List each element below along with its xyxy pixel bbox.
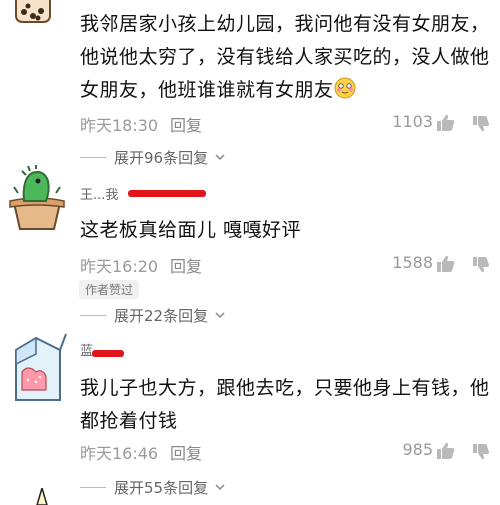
comment-meta: 昨天16:46 回复 985 bbox=[80, 440, 489, 464]
reply-button[interactable]: 回复 bbox=[170, 112, 202, 136]
author-liked-badge: 作者赞过 bbox=[79, 280, 140, 299]
expand-replies-button[interactable]: 展开22条回复 bbox=[80, 304, 226, 326]
chevron-down-icon bbox=[215, 154, 225, 161]
thumbs-up-icon[interactable] bbox=[436, 254, 456, 274]
comment-body: 这老板真给面儿 嘎嘎好评 bbox=[80, 219, 302, 241]
reply-button[interactable]: 回复 bbox=[170, 253, 202, 277]
thumbs-down-icon[interactable] bbox=[472, 443, 490, 461]
unicorn-horn-avatar-icon[interactable] bbox=[34, 488, 50, 505]
expand-replies-button[interactable]: 展开96条回复 bbox=[80, 146, 226, 168]
reply-button[interactable]: 回复 bbox=[170, 440, 202, 464]
divider-line bbox=[80, 156, 106, 158]
shy-face-emoji-icon bbox=[334, 77, 356, 99]
like-count: 1588 bbox=[392, 253, 433, 272]
thumbs-down-icon[interactable] bbox=[472, 256, 490, 274]
like-count: 985 bbox=[402, 440, 433, 459]
divider-line bbox=[80, 314, 106, 316]
chevron-down-icon bbox=[215, 312, 225, 319]
chevron-down-icon bbox=[215, 484, 225, 491]
expand-replies-button[interactable]: 展开55条回复 bbox=[80, 476, 226, 498]
thumbs-down-icon[interactable] bbox=[472, 115, 490, 133]
comment-time: 昨天16:20 bbox=[80, 257, 159, 276]
expand-replies-label: 展开22条回复 bbox=[114, 306, 209, 325]
thumbs-up-icon[interactable] bbox=[436, 113, 456, 133]
dinosaur-plant-avatar-icon[interactable] bbox=[6, 165, 68, 231]
bubble-tea-avatar-icon[interactable] bbox=[6, 0, 62, 34]
comment-meta: 昨天18:30 回复 1103 bbox=[80, 112, 489, 136]
redaction-mark bbox=[128, 190, 206, 197]
commenter-name[interactable]: 王...我 bbox=[80, 184, 118, 203]
comment-meta: 昨天16:20 回复 1588 bbox=[80, 253, 489, 277]
milk-carton-avatar-icon[interactable] bbox=[6, 330, 68, 402]
comment-time: 昨天18:30 bbox=[80, 116, 159, 135]
commenter-name[interactable]: 蓝 bbox=[80, 340, 93, 359]
thumbs-up-icon[interactable] bbox=[436, 441, 456, 461]
like-count: 1103 bbox=[392, 112, 433, 131]
expand-replies-label: 展开96条回复 bbox=[114, 148, 209, 167]
divider-line bbox=[80, 486, 106, 488]
comment-body: 我儿子也大方，跟他去吃，只要他身上有钱，他 都抢着付钱 bbox=[80, 377, 490, 432]
expand-replies-label: 展开55条回复 bbox=[114, 478, 209, 497]
comment-time: 昨天16:46 bbox=[80, 444, 159, 463]
comment-body: 我邻居家小孩上幼儿园，我问他有没有女朋友， 他说他太穷了，没有钱给人家买吃的，没… bbox=[80, 13, 490, 101]
redaction-mark bbox=[92, 350, 124, 357]
